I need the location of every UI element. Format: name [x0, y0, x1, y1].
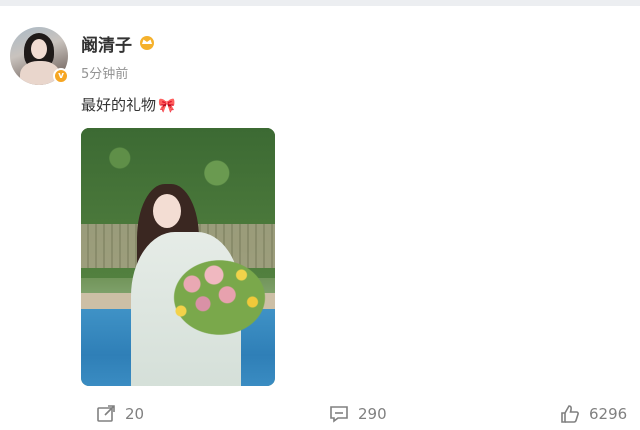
- like-button[interactable]: 6296: [560, 404, 627, 424]
- avatar-face: [31, 39, 47, 59]
- comment-icon: [330, 406, 348, 423]
- post-time[interactable]: 5分钟前: [81, 63, 128, 82]
- like-icon: [561, 405, 579, 423]
- username[interactable]: 阚清子: [81, 31, 132, 56]
- repost-count: 20: [125, 405, 145, 423]
- post-text: 最好的礼物 🎀: [81, 94, 175, 115]
- post-text-content: 最好的礼物: [81, 96, 157, 114]
- comment-button[interactable]: 290: [329, 404, 387, 424]
- crown-icon: [140, 36, 154, 50]
- repost-button[interactable]: 20: [96, 404, 144, 424]
- post-photo[interactable]: [81, 128, 275, 386]
- photo-face: [153, 194, 181, 228]
- weibo-post: v 阚清子 5分钟前 最好的礼物 🎀 20 290 6296: [0, 6, 640, 429]
- repost-icon: [97, 405, 115, 422]
- action-bar: 20 290 6296: [0, 404, 640, 430]
- like-count: 6296: [589, 405, 628, 423]
- bow-emoji: 🎀: [158, 98, 176, 114]
- photo-bouquet: [159, 248, 269, 338]
- verified-badge-icon: v: [53, 68, 69, 84]
- comment-count: 290: [358, 405, 387, 423]
